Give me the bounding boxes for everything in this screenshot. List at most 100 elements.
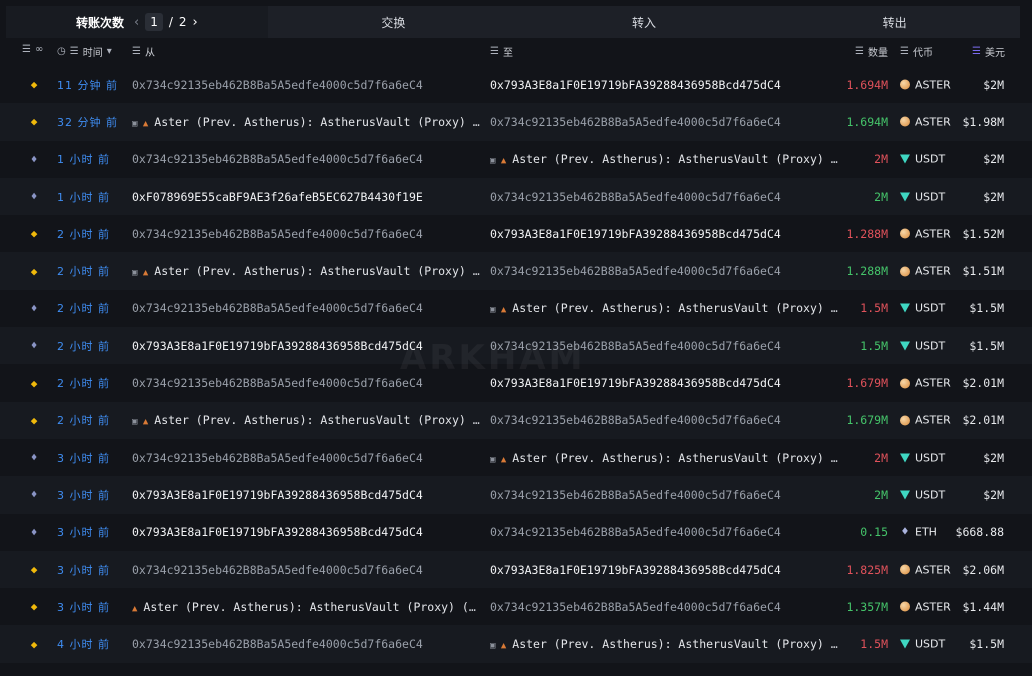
time-link[interactable]: 2 小时 前 <box>57 300 110 316</box>
time-link[interactable]: 3 小时 前 <box>57 562 110 578</box>
to-address[interactable]: ▣ ▲ Aster (Prev. Astherus): AstherusVault… <box>490 301 838 315</box>
token-cell[interactable]: USDT <box>900 638 945 651</box>
to-address[interactable]: 0x734c92135eb462B8Ba5A5edfe4000c5d7f6a6e… <box>490 264 838 278</box>
tab-in[interactable]: 转入 <box>518 6 770 38</box>
header-time[interactable]: ◷ ☰ 时间 ▾ <box>57 44 112 59</box>
token-cell[interactable]: ASTER <box>900 265 951 278</box>
time-link[interactable]: 3 小时 前 <box>57 524 110 540</box>
filter-icon[interactable]: ☰ <box>900 46 909 57</box>
from-address[interactable]: 0x734c92135eb462B8Ba5A5edfe4000c5d7f6a6e… <box>132 376 480 390</box>
filter-icon[interactable]: ☰ <box>972 46 981 57</box>
to-address[interactable]: 0x734c92135eb462B8Ba5A5edfe4000c5d7f6a6e… <box>490 600 838 614</box>
table-row[interactable]: ◆ 2 小时 前 0x734c92135eb462B8Ba5A5edfe4000c5… <box>0 364 1032 401</box>
token-cell[interactable]: USDT <box>900 302 945 315</box>
time-link[interactable]: 2 小时 前 <box>57 226 110 242</box>
token-cell[interactable]: USDT <box>900 488 945 501</box>
time-link[interactable]: 1 小时 前 <box>57 151 110 167</box>
from-address[interactable]: ▣ ▲ Aster (Prev. Astherus): AstherusVault… <box>132 115 480 129</box>
table-row[interactable]: ♦ 3 小时 前 0x793A3E8a1F0E19719bFA39288436958… <box>0 514 1032 551</box>
table-row[interactable]: ♦ 3 小时 前 0x793A3E8a1F0E19719bFA39288436958… <box>0 476 1032 514</box>
table-row[interactable]: ◆ 32 分钟 前 ▣ ▲ Aster (Prev. Astherus): Asthe… <box>0 103 1032 141</box>
from-address[interactable]: 0x734c92135eb462B8Ba5A5edfe4000c5d7f6a6e… <box>132 152 480 166</box>
header-amount[interactable]: ☰ 数量 <box>855 44 888 59</box>
from-address[interactable]: 0xF078969E55caBF9AE3f26afeB5EC627B4430f1… <box>132 190 480 204</box>
table-row[interactable]: ♦ 3 小时 前 0x734c92135eb462B8Ba5A5edfe4000c5… <box>0 439 1032 476</box>
to-address[interactable]: ▣ ▲ Aster (Prev. Astherus): AstherusVault… <box>490 637 838 651</box>
tab-out[interactable]: 转出 <box>769 6 1021 38</box>
token-cell[interactable]: ASTER <box>900 563 951 576</box>
from-address[interactable]: ▣ ▲ Aster (Prev. Astherus): AstherusVault… <box>132 264 480 278</box>
token-cell[interactable]: USDT <box>900 190 945 203</box>
filter-icon[interactable]: ☰ <box>490 46 499 57</box>
token-cell[interactable]: ASTER <box>900 377 951 390</box>
to-address[interactable]: 0x793A3E8a1F0E19719bFA39288436958Bcd475d… <box>490 376 838 390</box>
from-address[interactable]: 0x734c92135eb462B8Ba5A5edfe4000c5d7f6a6e… <box>132 227 480 241</box>
table-row[interactable]: ♦ 2 小时 前 0x793A3E8a1F0E19719bFA39288436958… <box>0 327 1032 365</box>
to-address[interactable]: 0x793A3E8a1F0E19719bFA39288436958Bcd475d… <box>490 563 838 577</box>
from-address[interactable]: 0x793A3E8a1F0E19719bFA39288436958Bcd475d… <box>132 488 480 502</box>
from-address[interactable]: 0x734c92135eb462B8Ba5A5edfe4000c5d7f6a6e… <box>132 637 480 651</box>
from-address[interactable]: 0x793A3E8a1F0E19719bFA39288436958Bcd475d… <box>132 339 480 353</box>
table-row[interactable]: ♦ 1 小时 前 0xF078969E55caBF9AE3f26afeB5EC627… <box>0 177 1032 216</box>
table-row[interactable]: ◆ 3 小时 前 ▲ Aster (Prev. Astherus): Astherus… <box>0 588 1032 625</box>
time-link[interactable]: 2 小时 前 <box>57 338 110 354</box>
to-address[interactable]: 0x734c92135eb462B8Ba5A5edfe4000c5d7f6a6e… <box>490 339 838 353</box>
link-icon[interactable]: ∞ <box>35 44 43 55</box>
header-from[interactable]: ☰ 从 <box>132 44 155 59</box>
to-address[interactable]: ▣ ▲ Aster (Prev. Astherus): AstherusVault… <box>490 451 838 465</box>
header-usd[interactable]: ☰ 美元 <box>972 44 1005 59</box>
to-address[interactable]: 0x793A3E8a1F0E19719bFA39288436958Bcd475d… <box>490 78 838 92</box>
token-cell[interactable]: USDT <box>900 153 945 166</box>
to-address[interactable]: 0x793A3E8a1F0E19719bFA39288436958Bcd475d… <box>490 227 838 241</box>
to-address[interactable]: 0x734c92135eb462B8Ba5A5edfe4000c5d7f6a6e… <box>490 413 838 427</box>
time-link[interactable]: 1 小时 前 <box>57 189 110 205</box>
to-address[interactable]: 0x734c92135eb462B8Ba5A5edfe4000c5d7f6a6e… <box>490 488 838 502</box>
to-address[interactable]: 0x734c92135eb462B8Ba5A5edfe4000c5d7f6a6e… <box>490 190 838 204</box>
filter-icon[interactable]: ☰ <box>132 46 141 57</box>
header-token[interactable]: ☰ 代币 <box>900 44 933 59</box>
caret-down-icon[interactable]: ▾ <box>107 46 112 57</box>
token-cell[interactable]: USDT <box>900 451 945 464</box>
table-row[interactable]: ◆ 3 小时 前 0x734c92135eb462B8Ba5A5edfe4000c5… <box>0 550 1032 589</box>
token-cell[interactable]: ASTER <box>900 115 951 128</box>
table-row[interactable]: ◆ 2 小时 前 0x734c92135eb462B8Ba5A5edfe4000c5… <box>0 215 1032 252</box>
token-cell[interactable]: USDT <box>900 339 945 352</box>
chevron-right-icon[interactable]: › <box>193 15 198 30</box>
filter-icon[interactable]: ☰ <box>855 46 864 57</box>
time-link[interactable]: 3 小时 前 <box>57 599 110 615</box>
tab-transfers[interactable]: 转账次数 ‹ 1 / 2 › <box>6 6 268 38</box>
to-address[interactable]: 0x734c92135eb462B8Ba5A5edfe4000c5d7f6a6e… <box>490 115 838 129</box>
filter-icon[interactable]: ☰ <box>22 44 31 55</box>
filter-icon[interactable]: ☰ <box>70 46 79 57</box>
to-address[interactable]: 0x734c92135eb462B8Ba5A5edfe4000c5d7f6a6e… <box>490 525 838 539</box>
time-link[interactable]: 2 小时 前 <box>57 263 110 279</box>
token-cell[interactable]: ASTER <box>900 414 951 427</box>
time-link[interactable]: 3 小时 前 <box>57 450 110 466</box>
table-row[interactable]: ◆ 2 小时 前 ▣ ▲ Aster (Prev. Astherus): Asther… <box>0 401 1032 439</box>
table-row[interactable]: ◆ 11 分钟 前 0x734c92135eb462B8Ba5A5edfe4000c… <box>0 66 1032 103</box>
page-current[interactable]: 1 <box>145 13 163 31</box>
table-row[interactable]: ◆ 4 小时 前 0x734c92135eb462B8Ba5A5edfe4000c5… <box>0 625 1032 663</box>
from-address[interactable]: 0x734c92135eb462B8Ba5A5edfe4000c5d7f6a6e… <box>132 301 480 315</box>
from-address[interactable]: 0x734c92135eb462B8Ba5A5edfe4000c5d7f6a6e… <box>132 451 480 465</box>
to-address[interactable]: ▣ ▲ Aster (Prev. Astherus): AstherusVault… <box>490 152 838 166</box>
tab-swap[interactable]: 交换 <box>268 6 519 38</box>
from-address[interactable]: 0x793A3E8a1F0E19719bFA39288436958Bcd475d… <box>132 525 480 539</box>
chevron-left-icon[interactable]: ‹ <box>134 15 139 30</box>
token-cell[interactable]: ASTER <box>900 600 951 613</box>
time-link[interactable]: 32 分钟 前 <box>57 114 118 130</box>
time-link[interactable]: 2 小时 前 <box>57 412 110 428</box>
table-row[interactable]: ◆ 2 小时 前 ▣ ▲ Aster (Prev. Astherus): Asther… <box>0 252 1032 290</box>
time-link[interactable]: 4 小时 前 <box>57 636 110 652</box>
from-address[interactable]: 0x734c92135eb462B8Ba5A5edfe4000c5d7f6a6e… <box>132 78 480 92</box>
token-cell[interactable]: ♦ ETH <box>900 526 937 539</box>
time-link[interactable]: 11 分钟 前 <box>57 77 118 93</box>
table-row[interactable]: ♦ 2 小时 前 0x734c92135eb462B8Ba5A5edfe4000c5… <box>0 290 1032 327</box>
time-link[interactable]: 3 小时 前 <box>57 487 110 503</box>
header-to[interactable]: ☰ 至 <box>490 44 513 59</box>
table-row[interactable]: ♦ 1 小时 前 0x734c92135eb462B8Ba5A5edfe4000c5… <box>0 141 1032 178</box>
time-link[interactable]: 2 小时 前 <box>57 375 110 391</box>
from-address[interactable]: ▣ ▲ Aster (Prev. Astherus): AstherusVault… <box>132 413 480 427</box>
token-cell[interactable]: ASTER <box>900 227 951 240</box>
from-address[interactable]: ▲ Aster (Prev. Astherus): AstherusVault (… <box>132 600 480 614</box>
